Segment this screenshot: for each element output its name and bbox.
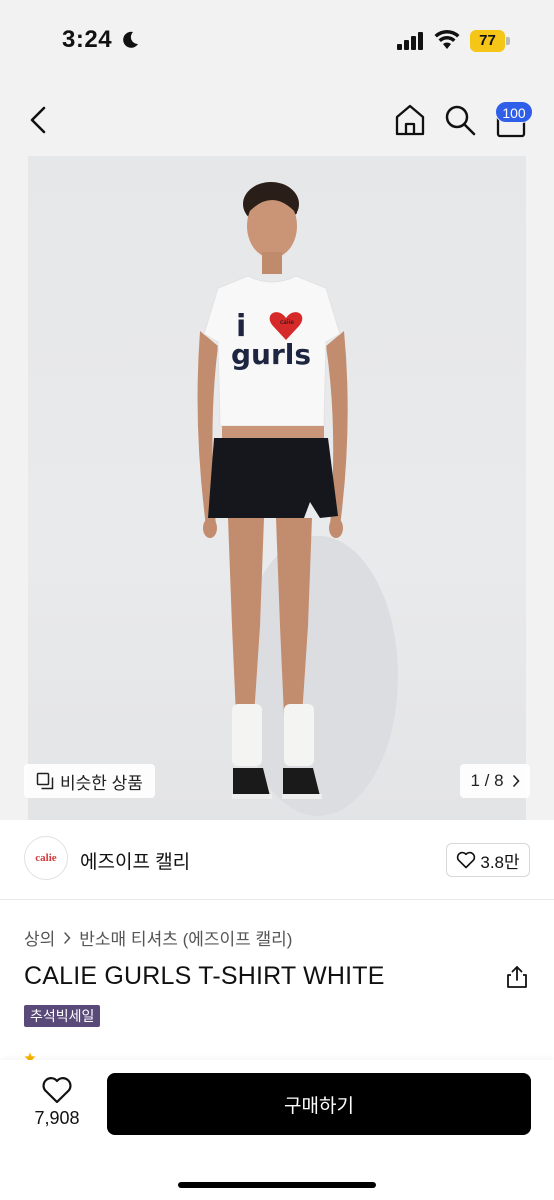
- shop-logo-text: calie: [35, 852, 57, 864]
- battery-icon: 77: [470, 30, 510, 52]
- wifi-icon: [434, 29, 460, 49]
- moon-icon: [123, 31, 138, 48]
- product-photo: i calie gurls: [28, 156, 526, 820]
- breadcrumb: 상의 반소매 티셔츠 (에즈이프 캘리): [24, 925, 292, 950]
- breadcrumb-subcategory[interactable]: 반소매 티셔츠 (에즈이프 캘리): [79, 925, 292, 950]
- shop-like-button[interactable]: 3.8만: [446, 843, 530, 877]
- bottom-action-bar: 7,908 구매하기: [0, 1060, 554, 1200]
- model-illustration: i calie gurls: [197, 182, 398, 816]
- shop-row: calie 에즈이프 캘리 3.8만: [0, 820, 554, 900]
- wishlist-count: 7,908: [34, 1108, 80, 1128]
- status-time: 3:24: [62, 26, 113, 53]
- sale-badge: 추석빅세일: [24, 1005, 101, 1027]
- battery-level: 77: [470, 30, 505, 52]
- similar-products-label: 비슷한 상품: [60, 773, 143, 793]
- product-image-carousel[interactable]: i calie gurls 비슷한 상품 1 / 8: [0, 156, 554, 820]
- share-icon[interactable]: [504, 964, 530, 990]
- product-title: CALIE GURLS T-SHIRT WHITE: [24, 962, 385, 990]
- home-indicator: [178, 1182, 376, 1188]
- heart-outline-icon: [457, 851, 476, 869]
- back-arrow-icon[interactable]: [24, 102, 56, 138]
- signal-icon: [397, 32, 423, 50]
- image-page-indicator[interactable]: 1 / 8: [460, 764, 530, 798]
- buy-button[interactable]: 구매하기: [107, 1073, 531, 1135]
- search-icon[interactable]: [442, 102, 478, 138]
- home-icon[interactable]: [392, 102, 428, 138]
- page-indicator-text: 1 / 8: [470, 771, 504, 790]
- svg-text:calie: calie: [280, 319, 294, 326]
- status-bar: 3:24 77: [0, 0, 554, 84]
- shop-name[interactable]: 에즈이프 캘리: [80, 847, 190, 874]
- shop-like-count: 3.8만: [480, 852, 520, 872]
- svg-text:gurls: gurls: [231, 338, 311, 371]
- chevron-right-icon: [512, 775, 520, 787]
- cart-badge: 100: [495, 101, 533, 123]
- buy-button-label: 구매하기: [284, 1095, 354, 1117]
- shop-logo[interactable]: calie: [24, 836, 68, 880]
- similar-products-button[interactable]: 비슷한 상품: [24, 764, 155, 798]
- heart-outline-icon: [42, 1077, 72, 1104]
- breadcrumb-category[interactable]: 상의: [24, 925, 55, 950]
- similar-icon: [36, 772, 54, 790]
- top-nav: 100: [0, 84, 554, 156]
- chevron-right-icon: [64, 931, 71, 944]
